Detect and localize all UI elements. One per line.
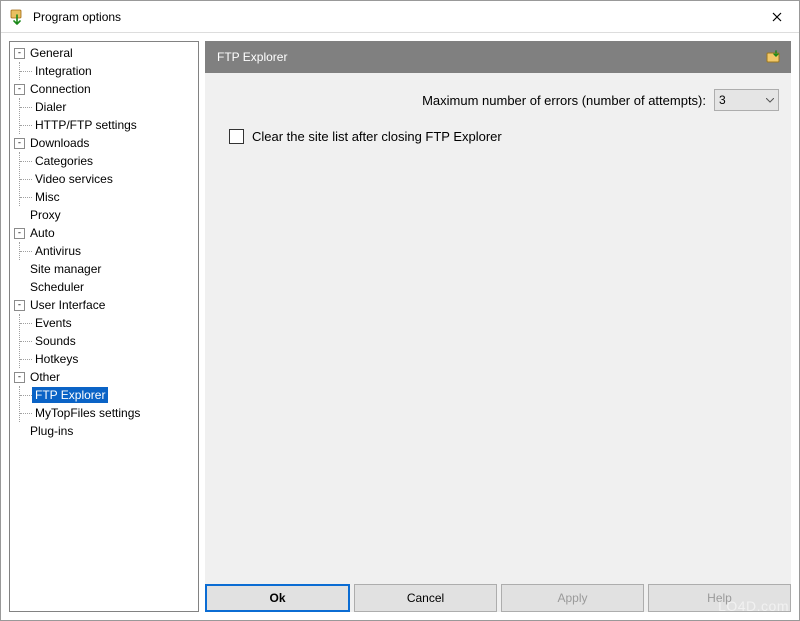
tree-item-antivirus[interactable]: Antivirus: [32, 243, 84, 259]
tree-item-general[interactable]: General: [27, 45, 76, 61]
category-tree[interactable]: - General Integration - Connection: [9, 41, 199, 612]
expand-toggle[interactable]: -: [14, 84, 25, 95]
tree-item-video-services[interactable]: Video services: [32, 171, 116, 187]
content-body: Maximum number of errors (number of atte…: [205, 73, 791, 578]
max-errors-label: Maximum number of errors (number of atte…: [422, 93, 706, 108]
dialog-body: - General Integration - Connection: [1, 33, 799, 620]
folder-arrow-icon: [765, 49, 781, 65]
tree-item-dialer[interactable]: Dialer: [32, 99, 69, 115]
content-panel: FTP Explorer Maximum number of errors (n…: [205, 41, 791, 612]
expand-toggle[interactable]: -: [14, 300, 25, 311]
help-button[interactable]: Help: [648, 584, 791, 612]
tree-item-downloads[interactable]: Downloads: [27, 135, 92, 151]
tree-item-ui[interactable]: User Interface: [27, 297, 108, 313]
ok-label: Ok: [269, 591, 285, 605]
help-label: Help: [707, 591, 732, 605]
clear-list-checkbox[interactable]: [229, 129, 244, 144]
options-window: Program options - General Integration: [0, 0, 800, 621]
expand-toggle[interactable]: -: [14, 228, 25, 239]
button-bar: Ok Cancel Apply Help: [205, 578, 791, 612]
cancel-button[interactable]: Cancel: [354, 584, 497, 612]
tree-item-hotkeys[interactable]: Hotkeys: [32, 351, 81, 367]
clear-list-field: Clear the site list after closing FTP Ex…: [213, 129, 783, 144]
tree-item-other[interactable]: Other: [27, 369, 63, 385]
tree-item-misc[interactable]: Misc: [32, 189, 63, 205]
close-button[interactable]: [763, 3, 791, 31]
tree-item-connection[interactable]: Connection: [27, 81, 94, 97]
ok-button[interactable]: Ok: [205, 584, 350, 612]
tree-item-integration[interactable]: Integration: [32, 63, 95, 79]
tree-item-scheduler[interactable]: Scheduler: [27, 279, 87, 295]
app-icon: [9, 9, 25, 25]
max-errors-select[interactable]: 3: [714, 89, 779, 111]
tree-item-events[interactable]: Events: [32, 315, 75, 331]
titlebar: Program options: [1, 1, 799, 33]
apply-label: Apply: [557, 591, 587, 605]
tree-item-http-ftp[interactable]: HTTP/FTP settings: [32, 117, 140, 133]
tree-item-mytopfiles[interactable]: MyTopFiles settings: [32, 405, 143, 421]
max-errors-field: Maximum number of errors (number of atte…: [213, 89, 783, 111]
window-title: Program options: [33, 10, 763, 24]
apply-button: Apply: [501, 584, 644, 612]
expand-toggle[interactable]: -: [14, 48, 25, 59]
tree-item-proxy[interactable]: Proxy: [27, 207, 64, 223]
tree-item-sounds[interactable]: Sounds: [32, 333, 79, 349]
tree-item-categories[interactable]: Categories: [32, 153, 96, 169]
tree-item-site-manager[interactable]: Site manager: [27, 261, 104, 277]
panel-header: FTP Explorer: [205, 41, 791, 73]
clear-list-label[interactable]: Clear the site list after closing FTP Ex…: [252, 129, 502, 144]
cancel-label: Cancel: [407, 591, 444, 605]
panel-title: FTP Explorer: [217, 50, 287, 64]
chevron-down-icon: [766, 96, 774, 105]
tree-item-plugins[interactable]: Plug-ins: [27, 423, 76, 439]
expand-toggle[interactable]: -: [14, 372, 25, 383]
max-errors-value: 3: [719, 93, 766, 107]
tree-item-auto[interactable]: Auto: [27, 225, 58, 241]
tree-item-ftp-explorer[interactable]: FTP Explorer: [32, 387, 108, 403]
expand-toggle[interactable]: -: [14, 138, 25, 149]
